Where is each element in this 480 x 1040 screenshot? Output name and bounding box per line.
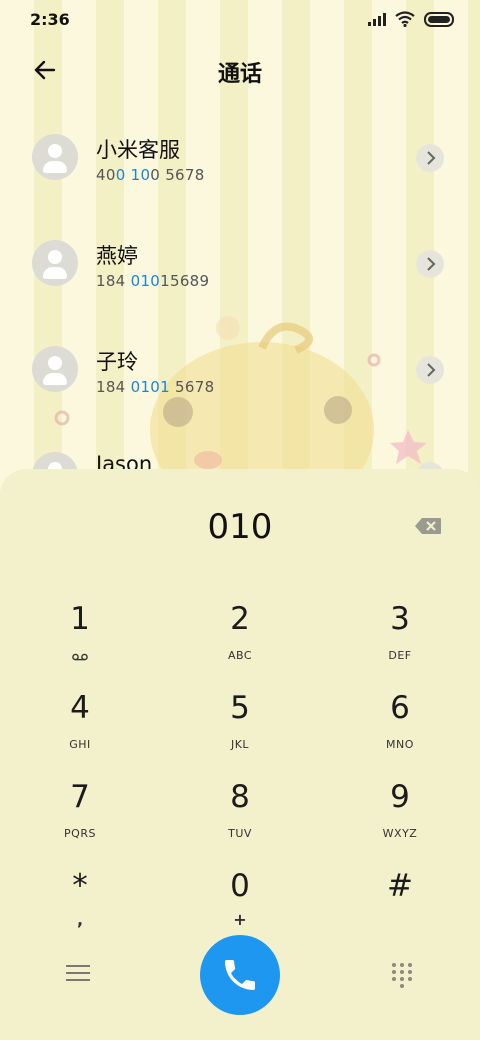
key-5[interactable]: 5 JKL [180,684,300,764]
key-star[interactable]: * , [20,862,140,942]
key-9[interactable]: 9 WXYZ [340,773,460,853]
key-1[interactable]: 1 [20,595,140,675]
contact-row[interactable]: 燕婷 184 01015689 [0,212,480,318]
contact-number: 400 100 5678 [96,166,205,184]
dialpad-grid-icon[interactable] [392,963,412,988]
header: 通话 [0,48,480,92]
avatar [32,346,78,392]
contact-row[interactable]: 子玲 184 0101 5678 [0,318,480,424]
key-8[interactable]: 8 TUV [180,773,300,853]
menu-icon[interactable] [66,965,90,985]
key-hash[interactable]: # [340,862,460,942]
status-bar: 2:36 [0,0,480,40]
dialpad: 010 1 2 ABC 3 DEF 4 GHI 5 JKL 6 MNO 7 PQ… [0,469,480,1040]
voicemail-icon [72,653,88,661]
status-time: 2:36 [30,10,70,29]
key-3[interactable]: 3 DEF [340,595,460,675]
contact-name: Jason [96,452,153,470]
status-icons [368,11,454,27]
contact-row[interactable]: 小米客服 400 100 5678 [0,106,480,212]
key-4[interactable]: 4 GHI [20,684,140,764]
key-7[interactable]: 7 PQRS [20,773,140,853]
key-2[interactable]: 2 ABC [180,595,300,675]
backspace-icon[interactable] [414,517,442,535]
chevron-right-icon[interactable] [416,250,444,278]
contact-name: 小米客服 [96,138,180,162]
contact-number: 184 0101 5678 [96,378,215,396]
avatar [32,240,78,286]
contact-row[interactable]: Jason [0,424,480,470]
avatar [32,134,78,180]
contact-name: 子玲 [96,350,138,374]
key-0[interactable]: 0 + [180,862,300,942]
signal-icon [368,12,386,26]
contact-name: 燕婷 [96,244,138,268]
battery-icon [424,11,454,27]
call-button[interactable] [200,935,280,1015]
page-title: 通话 [217,62,262,87]
chevron-right-icon[interactable] [416,356,444,384]
contact-list: 小米客服 400 100 5678 燕婷 184 01015689 子玲 184… [0,106,480,470]
wifi-icon [395,11,415,27]
dialed-number: 010 [207,507,273,547]
key-6[interactable]: 6 MNO [340,684,460,764]
avatar [32,452,78,470]
phone-icon [225,960,255,990]
contact-number: 184 01015689 [96,272,210,290]
chevron-right-icon[interactable] [416,144,444,172]
